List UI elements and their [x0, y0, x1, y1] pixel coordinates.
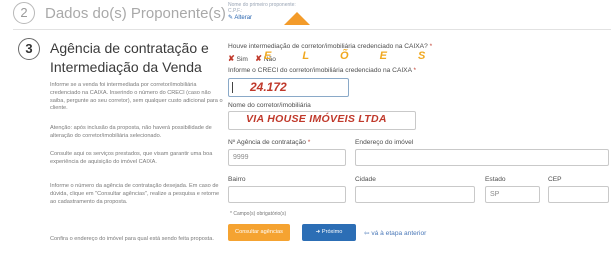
edit-proponent-link[interactable]: ✎ Alterar — [228, 14, 252, 21]
next-button[interactable]: ➜ Próximo — [302, 224, 356, 241]
help-paragraph: Confira o endereço do imóvel para qual e… — [50, 236, 214, 242]
step-2-title[interactable]: Dados do(s) Proponente(s) — [45, 5, 226, 22]
consult-agencies-button[interactable]: Consultar agências — [228, 224, 290, 241]
creci-value: 24.172 — [250, 80, 287, 94]
previous-step-link[interactable]: ⇦ vá à etapa anterior — [364, 229, 426, 237]
state-input[interactable]: SP — [485, 186, 540, 203]
city-label: Cidade — [355, 176, 376, 183]
section-divider — [13, 29, 611, 30]
cep-input[interactable] — [548, 186, 609, 203]
address-label: Endereço do imóvel — [355, 139, 414, 146]
overlay-annotation: E L Õ E S — [264, 50, 440, 62]
district-input[interactable] — [228, 186, 346, 203]
step-3-number: 3 — [18, 38, 40, 60]
required-star: * — [307, 139, 311, 146]
state-label: Estado — [485, 176, 506, 183]
cep-label: CEP — [548, 176, 562, 183]
creci-label-text: Informe o CRECI do corretor/imobiliária … — [228, 67, 412, 74]
up-arrow-icon — [284, 12, 310, 25]
creci-label: Informe o CRECI do corretor/imobiliária … — [228, 67, 416, 74]
help-paragraph: Informe se a venda foi intermediada por … — [50, 82, 223, 112]
intermediation-question-text: Houve intermediação de corretor/imobiliá… — [228, 43, 428, 50]
radio-yes-selected-icon[interactable]: ✘ — [228, 54, 235, 63]
help-paragraph: Atenção: após inclusão da proposta, não … — [50, 125, 212, 139]
required-fields-note: * Campo(s) obrigatório(s) — [230, 211, 287, 217]
intermediation-question: Houve intermediação de corretor/imobiliá… — [228, 43, 432, 50]
required-star: * — [413, 67, 417, 74]
help-paragraph: Consulte aqui os serviços prestados, que… — [50, 151, 213, 165]
agency-input[interactable]: 9999 — [228, 149, 346, 166]
help-paragraph: Informe o número da agência de contrataç… — [50, 183, 220, 205]
step-2-number: 2 — [13, 2, 35, 24]
broker-name-value: VIA HOUSE IMÓVEIS LTDA — [246, 113, 387, 125]
required-star: * — [429, 43, 433, 50]
city-input[interactable] — [355, 186, 475, 203]
address-input[interactable] — [355, 149, 609, 166]
radio-no-icon[interactable]: ✘ — [255, 54, 262, 63]
text-cursor — [232, 82, 233, 93]
creci-input[interactable] — [228, 78, 349, 97]
step-3-title: Agência de contratação e Intermediação d… — [50, 40, 209, 75]
broker-name-label: Nome do corretor/imobiliária — [228, 102, 311, 109]
radio-yes-label[interactable]: Sim — [237, 56, 248, 63]
district-label: Bairro — [228, 176, 246, 183]
agency-label: Nº Agência de contratação * — [228, 139, 310, 146]
agency-label-text: Nº Agência de contratação — [228, 139, 306, 146]
